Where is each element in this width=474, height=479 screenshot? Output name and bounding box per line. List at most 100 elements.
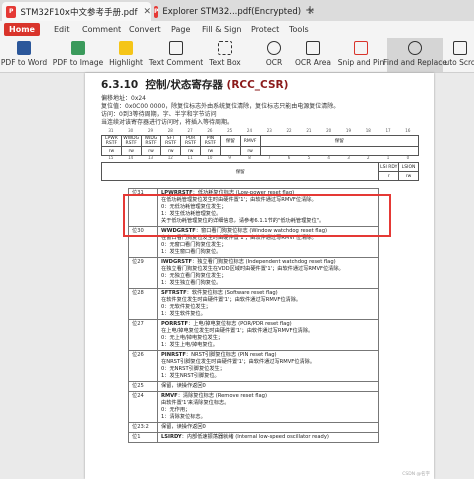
bit-field: 保留 [100, 162, 380, 181]
bit-description: SFTRSTF：软件复位标志 (Software reset flag) 在软件复… [157, 288, 379, 320]
search-icon [408, 41, 422, 55]
ocr-button[interactable]: OCR [259, 38, 289, 72]
auto-scroll-button[interactable]: Auto Scroll [445, 38, 474, 72]
ocr-area-icon [306, 41, 320, 55]
bit-description: PINRSTF：NRST引脚复位标志 (PIN reset flag) 在NRST… [157, 350, 379, 382]
bit-index: 位26 [128, 350, 158, 382]
bit-field: 保留 [219, 135, 241, 147]
table-row: 位24 RMVF：清除复位标志 (Remove reset flag) 由软件置'1… [128, 391, 379, 423]
tool-label: Highlight [109, 58, 143, 67]
bit-field: POR RSTF [180, 135, 202, 147]
table-row: 位25 保留，读操作返回0 [128, 381, 379, 392]
tab-label: Explorer STM32...pdf(Encrypted) [162, 6, 302, 17]
bit-numbers-bottom: 15 14 13 12 11 10 9 8 7 6 5 4 3 2 1 0 [108, 155, 410, 160]
table-row: 位30 WWDGRSTF：窗口看门狗复位标志 (Window watchdog r… [128, 226, 379, 258]
tool-label: Text Comment [148, 58, 204, 67]
register-map-high: LPWR RSTF WWDG RSTF IWDG RSTF SFT RSTF P… [101, 135, 419, 156]
bit-index: 位29 [128, 257, 158, 289]
pdf-icon: P [154, 5, 159, 18]
image-icon [71, 41, 85, 55]
menu-convert[interactable]: Convert [129, 23, 161, 36]
text-comment-button[interactable]: Text Comment [149, 38, 203, 72]
bit-field: LSION [398, 162, 419, 172]
pdf-to-word-button[interactable]: PDF to Word [0, 38, 48, 72]
tool-label: Auto Scroll [445, 58, 474, 67]
bit-description: 保留，读操作返回0 [157, 381, 379, 392]
tool-label: OCR [265, 58, 283, 67]
bit-numbers-top: 31 30 29 28 27 26 25 24 23 22 21 20 19 18 17 16 [108, 128, 411, 133]
table-row: 位23:2 保留，读操作返回0 [128, 422, 379, 433]
menu-edit[interactable]: Edit [54, 23, 70, 36]
access-type: rw [398, 171, 419, 181]
auto-scroll-icon [452, 41, 467, 55]
menu-tools[interactable]: Tools [289, 23, 309, 36]
menu-fill-sign[interactable]: Fill & Sign [202, 23, 241, 36]
bit-field: PIN RSTF [200, 135, 221, 147]
bit-description: IWDGRSTF：独立看门狗复位标志 (Independent watchdog… [157, 257, 379, 289]
note-text: 当连续对该寄存器进行访问时，将插入等待周期。 [101, 119, 234, 126]
bit-index: 位1 [128, 432, 158, 443]
bit-description: WWDGRSTF：窗口看门狗复位标志 (Window watchdog rese… [157, 226, 379, 258]
text-box-button[interactable]: Text Box [205, 38, 245, 72]
table-row: 位27 PORRSTF：上电/掉电复位标志 (POR/PDR reset flag… [128, 319, 379, 351]
table-row: 位31 LPWRRSTF：低功耗复位标志 (Low-power reset fla… [128, 188, 379, 227]
access-type: r [378, 171, 400, 181]
bit-description: LSIRDY：内部低速振荡器就绪 (Internal low-speed osc… [157, 432, 379, 443]
section-title: 控制/状态寄存器 [145, 79, 223, 91]
tool-label: Text Box [209, 58, 241, 67]
text-comment-icon [169, 41, 183, 55]
ocr-area-button[interactable]: OCR Area [291, 38, 335, 72]
bit-index: 位27 [128, 319, 158, 351]
bit-field: LSI RDY [378, 162, 400, 172]
bit-description: LPWRRSTF：低功耗复位标志 (Low-power reset flag) 在… [157, 188, 379, 227]
bit-description: 保留，读操作返回0 [157, 422, 379, 433]
register-name: (RCC_CSR) [226, 79, 289, 91]
menu-home[interactable]: Home [4, 23, 40, 36]
new-tab-button[interactable]: + [305, 3, 315, 17]
tab-bar: P STM32F10x中文参考手册.pdf ✕ P Explorer STM32… [0, 0, 474, 22]
ribbon-toolbar: PDF to Word PDF to Image Highlight Text … [0, 38, 474, 73]
bit-index: 位24 [128, 391, 158, 423]
bit-field: RMVF [239, 135, 261, 147]
bit-index: 位30 [128, 226, 158, 258]
ocr-icon [267, 41, 281, 55]
register-map-low: 保留 LSI RDY LSION r rw [100, 162, 419, 181]
highlighter-icon [119, 41, 133, 55]
section-heading: 6.3.10 控制/状态寄存器 (RCC_CSR) [101, 77, 288, 92]
tool-label: PDF to Word [0, 58, 48, 67]
table-row: 位28 SFTRSTF：软件复位标志 (Software reset flag) 在… [128, 288, 379, 320]
pdf-to-image-button[interactable]: PDF to Image [52, 38, 104, 72]
bit-index: 位23:2 [128, 422, 158, 433]
section-number: 6.3.10 [101, 79, 139, 91]
tool-label: Find and Replace [383, 58, 447, 67]
tool-label: PDF to Image [52, 58, 104, 67]
pdf-icon: P [6, 5, 17, 18]
text-box-icon [218, 41, 232, 55]
highlight-button[interactable]: Highlight [106, 38, 146, 72]
menu-comment[interactable]: Comment [82, 23, 121, 36]
table-row: 位1 LSIRDY：内部低速振荡器就绪 (Internal low-speed o… [128, 432, 379, 443]
tab-stm32-manual[interactable]: P STM32F10x中文参考手册.pdf ✕ [2, 2, 151, 21]
menu-bar: Home Edit Comment Convert Page Fill & Si… [0, 21, 474, 38]
menu-page[interactable]: Page [171, 23, 190, 36]
table-row: 位29 IWDGRSTF：独立看门狗复位标志 (Independent watch… [128, 257, 379, 289]
bit-index: 位31 [128, 188, 158, 227]
snip-icon [354, 41, 368, 55]
bit-index: 位28 [128, 288, 158, 320]
snip-and-pin-button[interactable]: Snip and Pin [337, 38, 385, 72]
bit-description: RMVF：清除复位标志 (Remove reset flag) 由软件置'1'来清… [157, 391, 379, 423]
word-icon [17, 41, 31, 55]
bit-field: SFT RSTF [160, 135, 182, 147]
tab-explorer[interactable]: P Explorer STM32...pdf(Encrypted) ✕ [150, 2, 315, 21]
tool-label: Snip and Pin [337, 58, 385, 67]
tool-label: OCR Area [295, 58, 331, 67]
watermark-text: CSDN @名字 [402, 472, 430, 477]
bit-field: IWDG RSTF [140, 135, 162, 147]
find-and-replace-button[interactable]: Find and Replace [383, 38, 447, 72]
menu-protect[interactable]: Protect [251, 23, 279, 36]
bit-field: LPWR RSTF [101, 135, 122, 147]
tab-label: STM32F10x中文参考手册.pdf [20, 7, 138, 18]
table-row: 位26 PINRSTF：NRST引脚复位标志 (PIN reset flag) 在N… [128, 350, 379, 382]
bit-index: 位25 [128, 381, 158, 392]
bit-description-table: 位31 LPWRRSTF：低功耗复位标志 (Low-power reset fla… [128, 188, 379, 443]
